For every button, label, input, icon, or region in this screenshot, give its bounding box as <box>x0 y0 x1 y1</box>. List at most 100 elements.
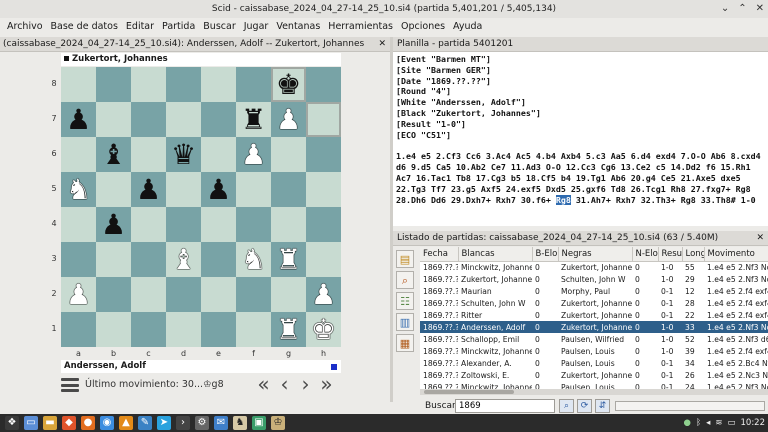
square-b7[interactable] <box>96 102 131 137</box>
square-f5[interactable] <box>236 172 271 207</box>
square-d6[interactable]: ♛ <box>166 137 201 172</box>
white-rook-icon[interactable]: ♜ <box>276 245 301 274</box>
square-c8[interactable] <box>131 67 166 102</box>
square-c4[interactable] <box>131 207 166 242</box>
square-e6[interactable] <box>201 137 236 172</box>
square-a3[interactable] <box>61 242 96 277</box>
table-row[interactable]: 1869.??.??Schallopp, Emil 0 Paulsen, Wilfr… <box>420 333 768 345</box>
network-icon[interactable]: ≋ <box>715 418 722 428</box>
chess-app-icon[interactable]: ♞ <box>233 416 247 430</box>
editor-icon[interactable]: ✎ <box>138 416 152 430</box>
settings-icon[interactable]: ⚙ <box>195 416 209 430</box>
notebook-icon[interactable]: ▤ <box>396 250 414 268</box>
last-move-button[interactable]: » <box>318 373 335 395</box>
vlc-icon[interactable]: ▲ <box>119 416 133 430</box>
square-e7[interactable] <box>201 102 236 137</box>
square-c3[interactable] <box>131 242 166 277</box>
table-row[interactable]: 1869.??.??Ritter0Zukertort, Johanne00-12… <box>420 309 768 321</box>
square-f3[interactable]: ♞ <box>236 242 271 277</box>
square-c5[interactable]: ♟ <box>131 172 166 207</box>
black-queen-icon[interactable]: ♛ <box>171 140 196 169</box>
square-f2[interactable] <box>236 277 271 312</box>
menu-jugar[interactable]: Jugar <box>240 18 273 36</box>
square-c2[interactable] <box>131 277 166 312</box>
black-bishop-icon[interactable]: ♝ <box>101 140 126 169</box>
mail-icon[interactable]: ✉ <box>214 416 228 430</box>
menu-archivo[interactable]: Archivo <box>3 18 47 36</box>
chrome-icon[interactable]: ◉ <box>100 416 114 430</box>
launcher-icon[interactable]: ❖ <box>5 416 19 430</box>
white-knight-icon[interactable]: ♞ <box>241 245 266 274</box>
menu-partida[interactable]: Partida <box>158 18 199 36</box>
pgn-text-area[interactable]: [Event "Barmen MT"] [Site "Barmen GER"] [D… <box>393 52 768 226</box>
black-pawn-icon[interactable]: ♟ <box>136 175 161 204</box>
square-d2[interactable] <box>166 277 201 312</box>
filter-icon[interactable]: ⇵ <box>595 399 610 413</box>
next-move-button[interactable]: › <box>297 373 314 395</box>
search-icon[interactable]: ⌕ <box>559 399 574 413</box>
brave-icon[interactable]: ◆ <box>62 416 76 430</box>
square-d3[interactable]: ♝ <box>166 242 201 277</box>
square-c7[interactable] <box>131 102 166 137</box>
volume-icon[interactable]: ◂ <box>706 418 710 428</box>
square-d1[interactable] <box>166 312 201 347</box>
menu-base-de-datos[interactable]: Base de datos <box>47 18 122 36</box>
close-icon[interactable]: ✕ <box>756 0 764 18</box>
files-icon[interactable]: ▭ <box>24 416 38 430</box>
square-c6[interactable] <box>131 137 166 172</box>
white-rook-icon[interactable]: ♜ <box>276 315 301 344</box>
square-g5[interactable] <box>271 172 306 207</box>
board-icon[interactable]: ▦ <box>396 334 414 352</box>
square-a4[interactable] <box>61 207 96 242</box>
square-d8[interactable] <box>166 67 201 102</box>
square-d4[interactable] <box>166 207 201 242</box>
black-pawn-icon[interactable]: ♟ <box>101 210 126 239</box>
square-a2[interactable]: ♟ <box>61 277 96 312</box>
square-f6[interactable]: ♟ <box>236 137 271 172</box>
menu-hamburger-icon[interactable] <box>61 377 79 393</box>
square-h3[interactable] <box>306 242 341 277</box>
square-h5[interactable] <box>306 172 341 207</box>
white-pawn-icon[interactable]: ♟ <box>66 280 91 309</box>
square-b8[interactable] <box>96 67 131 102</box>
table-row[interactable]: 1869.??.??Minckwitz, Johanne0Paulsen, Lo… <box>420 381 768 390</box>
square-g1[interactable]: ♜ <box>271 312 306 347</box>
column-header[interactable]: Resulta <box>658 247 683 262</box>
white-king-icon[interactable]: ♚ <box>311 315 336 344</box>
bar-chart-icon[interactable]: ▥ <box>396 313 414 331</box>
minimize-icon[interactable]: ⌄ <box>721 0 729 18</box>
black-rook-icon[interactable]: ♜ <box>241 105 266 134</box>
square-g2[interactable] <box>271 277 306 312</box>
square-a7[interactable]: ♟ <box>61 102 96 137</box>
square-c1[interactable] <box>131 312 166 347</box>
square-f7[interactable]: ♜ <box>236 102 271 137</box>
maximize-icon[interactable]: ⌃ <box>738 0 746 18</box>
telegram-icon[interactable]: ➤ <box>157 416 171 430</box>
columns-icon[interactable]: ☷ <box>396 292 414 310</box>
square-g3[interactable]: ♜ <box>271 242 306 277</box>
first-move-button[interactable]: « <box>255 373 272 395</box>
menu-ventanas[interactable]: Ventanas <box>272 18 324 36</box>
photos-icon[interactable]: ▣ <box>252 416 266 430</box>
square-g6[interactable] <box>271 137 306 172</box>
column-header[interactable]: N-Elo <box>632 247 659 262</box>
square-d7[interactable] <box>166 102 201 137</box>
square-g4[interactable] <box>271 207 306 242</box>
horizontal-scrollbar[interactable] <box>420 389 768 395</box>
table-row[interactable]: 1869.??.??Maurian 0 Morphy, Paul 0 0-1 12 1.e4… <box>420 285 768 297</box>
table-row[interactable]: 1869.??.??Minckwitz, Johanne0Paulsen, Lo… <box>420 345 768 357</box>
white-pawn-icon[interactable]: ♟ <box>276 105 301 134</box>
menu-opciones[interactable]: Opciones <box>397 18 449 36</box>
column-header[interactable]: Blancas <box>458 247 533 262</box>
square-a6[interactable] <box>61 137 96 172</box>
square-g7[interactable]: ♟ <box>271 102 306 137</box>
scrollbar-thumb[interactable] <box>424 390 514 394</box>
table-row[interactable]: 1869.??.??Schulten, John W0Zukertort, Jo… <box>420 297 768 309</box>
search-input[interactable] <box>455 399 555 413</box>
black-pawn-icon[interactable]: ♟ <box>66 105 91 134</box>
white-pawn-icon[interactable]: ♟ <box>311 280 336 309</box>
scid-icon[interactable]: ♔ <box>271 416 285 430</box>
square-b1[interactable] <box>96 312 131 347</box>
chess-board[interactable]: ♚ ♟ ♜ ♟ ♝ ♛ ♟ ♞ ♟ ♟ ♟ ♝ ♞ ♜ ♟ ♟ ♜ ♚ <box>61 67 341 347</box>
square-f8[interactable] <box>236 67 271 102</box>
